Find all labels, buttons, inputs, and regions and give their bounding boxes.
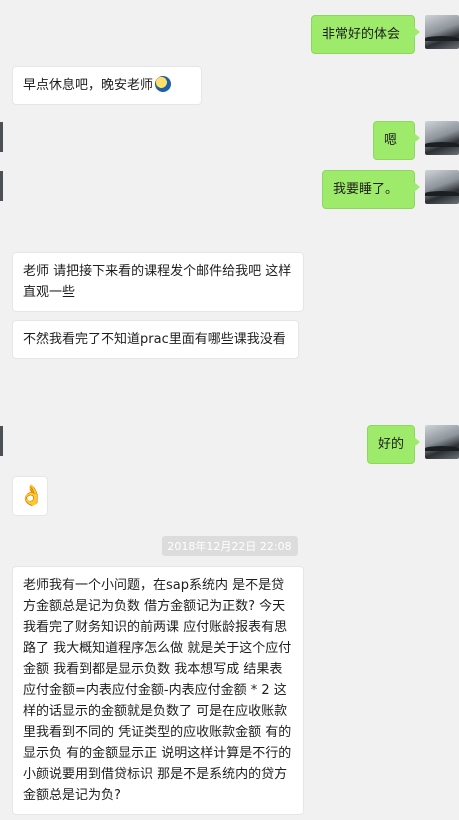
- message-text: 早点休息吧，晚安老师: [23, 78, 154, 93]
- user-avatar[interactable]: [425, 15, 459, 49]
- cropped-avatar-edge: [0, 171, 3, 201]
- incoming-message-bubble[interactable]: 早点休息吧，晚安老师: [12, 66, 202, 105]
- cropped-avatar-edge: [0, 426, 3, 456]
- message-timestamp: 2018年12月22日 22:08: [161, 536, 298, 556]
- incoming-message-bubble[interactable]: 不然我看完了不知道prac里面有哪些课我没看: [12, 320, 299, 359]
- outgoing-message-bubble[interactable]: 嗯: [373, 121, 420, 160]
- incoming-message-bubble[interactable]: 老师我有一个小问题，在sap系统内 是不是贷方金额总是记为负数 借方金额记为正数…: [12, 566, 304, 815]
- moon-emoji-icon: [155, 76, 172, 92]
- user-avatar[interactable]: [425, 170, 459, 204]
- user-avatar[interactable]: [425, 425, 459, 459]
- outgoing-message-bubble[interactable]: 非常好的体会: [311, 15, 420, 54]
- incoming-message-bubble[interactable]: 👌: [12, 476, 48, 516]
- ok-hand-emoji-icon: 👌: [19, 483, 44, 507]
- cropped-avatar-edge: [0, 122, 3, 152]
- chat-window: 非常好的体会 早点休息吧，晚安老师 嗯 我要睡了。 老师 请把接下来看的课程发个…: [0, 0, 459, 820]
- outgoing-message-bubble[interactable]: 我要睡了。: [322, 170, 420, 209]
- outgoing-message-bubble[interactable]: 好的: [367, 425, 420, 464]
- incoming-message-bubble[interactable]: 老师 请把接下来看的课程发个邮件给我吧 这样直观一些: [12, 252, 304, 312]
- user-avatar[interactable]: [425, 121, 459, 155]
